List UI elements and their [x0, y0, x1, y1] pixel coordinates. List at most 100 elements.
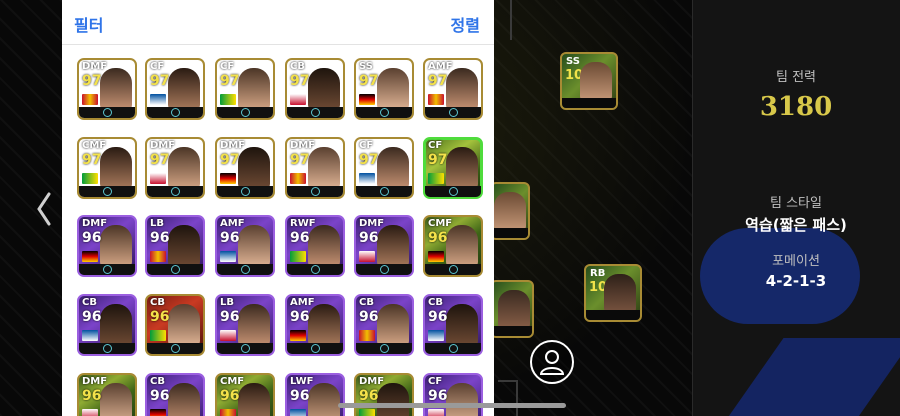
player-card[interactable]: CB 96: [354, 294, 414, 356]
player-card[interactable]: CB 96: [145, 373, 205, 416]
card-rating: 96: [220, 230, 240, 246]
player-card[interactable]: DMF 97: [77, 58, 137, 120]
player-card[interactable]: CMF 97: [77, 137, 137, 199]
player-card[interactable]: CF 97: [215, 58, 275, 120]
player-card[interactable]: CB 96: [423, 294, 483, 356]
player-card[interactable]: CB 97: [285, 58, 345, 120]
card-bar: [492, 326, 532, 336]
player-card[interactable]: SS 97: [354, 58, 414, 120]
player-card[interactable]: DMF 97: [215, 137, 275, 199]
card-position: CB: [290, 61, 305, 72]
card-rating: 96: [428, 230, 448, 246]
nationality-flag-icon: [290, 94, 306, 105]
card-rating: 97: [82, 152, 102, 168]
field-player-card[interactable]: [490, 182, 530, 240]
player-card[interactable]: DMF 96: [77, 215, 137, 277]
card-position: CF: [220, 61, 235, 72]
card-position: LWF: [290, 376, 314, 387]
player-card[interactable]: RWF 96: [285, 215, 345, 277]
player-card[interactable]: AMF 96: [285, 294, 345, 356]
player-portrait: [308, 225, 340, 267]
nationality-flag-icon: [150, 173, 166, 184]
card-rating: 96: [82, 388, 102, 404]
player-portrait: [168, 383, 200, 416]
skill-icon: [380, 265, 389, 274]
player-portrait: [238, 147, 270, 189]
card-position: RWF: [290, 218, 316, 229]
player-portrait: [100, 304, 132, 346]
skill-icon: [241, 187, 250, 196]
nationality-flag-icon: [82, 251, 98, 262]
player-card[interactable]: AMF 97: [423, 58, 483, 120]
player-portrait: [446, 304, 478, 346]
app-root: SS 103 RB 101 팀 전력 3180 팀 스타일 역습(짧은 패스) …: [0, 0, 900, 416]
card-rating: 96: [220, 309, 240, 325]
card-rating: 96: [359, 230, 379, 246]
card-position: CF: [428, 140, 443, 151]
player-card[interactable]: CF 97: [354, 137, 414, 199]
player-card[interactable]: CF 97: [145, 58, 205, 120]
nationality-flag-icon: [359, 330, 375, 341]
panel-header: 필터 정렬: [62, 0, 494, 45]
player-portrait: [377, 147, 409, 189]
field-player-card-ss[interactable]: SS 103: [560, 52, 618, 110]
card-position: CB: [359, 297, 374, 308]
card-position: CMF: [82, 140, 107, 151]
home-indicator[interactable]: [338, 403, 566, 408]
nationality-flag-icon: [82, 330, 98, 341]
nationality-flag-icon: [220, 330, 236, 341]
card-position: CMF: [428, 218, 453, 229]
skill-icon: [380, 344, 389, 353]
pitch-line: [510, 0, 512, 40]
card-rating: 96: [359, 309, 379, 325]
nationality-flag-icon: [220, 409, 236, 416]
card-position: CF: [428, 376, 443, 387]
field-player-card-rb[interactable]: RB 101: [584, 264, 642, 322]
card-position: CB: [82, 297, 97, 308]
player-card[interactable]: DMF 96: [77, 373, 137, 416]
player-card[interactable]: DMF 96: [354, 215, 414, 277]
card-position: DMF: [82, 218, 108, 229]
nationality-flag-icon: [359, 173, 375, 184]
player-card[interactable]: CF 97: [423, 137, 483, 199]
player-card[interactable]: DMF 97: [145, 137, 205, 199]
player-card[interactable]: DMF 97: [285, 137, 345, 199]
player-card[interactable]: LWF 96: [285, 373, 345, 416]
nationality-flag-icon: [150, 251, 166, 262]
card-rating: 97: [428, 152, 448, 168]
nationality-flag-icon: [428, 251, 444, 262]
pitch-line: [516, 380, 518, 416]
card-position: CB: [428, 297, 443, 308]
filter-button[interactable]: 필터: [74, 12, 103, 36]
card-rating: 97: [220, 73, 240, 89]
player-card[interactable]: CB 96: [145, 294, 205, 356]
player-card[interactable]: CB 96: [77, 294, 137, 356]
card-rating: 96: [290, 388, 310, 404]
skill-icon: [103, 265, 112, 274]
card-position: CF: [359, 140, 374, 151]
player-portrait: [168, 68, 200, 110]
player-card[interactable]: AMF 96: [215, 215, 275, 277]
sort-button[interactable]: 정렬: [451, 12, 480, 36]
skill-icon: [449, 187, 458, 196]
player-card[interactable]: LB 96: [145, 215, 205, 277]
card-rating: 97: [290, 73, 310, 89]
card-rating: 97: [428, 73, 448, 89]
card-rating: 96: [82, 230, 102, 246]
card-rating: 97: [150, 152, 170, 168]
card-rating: 96: [82, 309, 102, 325]
player-portrait: [100, 147, 132, 189]
player-portrait: [377, 225, 409, 267]
player-card[interactable]: DMF 96: [354, 373, 414, 416]
card-rating: 97: [150, 73, 170, 89]
player-card[interactable]: LB 96: [215, 294, 275, 356]
skill-icon: [241, 108, 250, 117]
field-player-card[interactable]: [490, 280, 534, 338]
chevron-left-icon[interactable]: [36, 192, 52, 226]
manager-button[interactable]: [530, 340, 574, 384]
player-card[interactable]: CMF 96: [215, 373, 275, 416]
player-card[interactable]: CMF 96: [423, 215, 483, 277]
player-card[interactable]: CF 96: [423, 373, 483, 416]
nationality-flag-icon: [359, 94, 375, 105]
card-position: DMF: [359, 376, 385, 387]
